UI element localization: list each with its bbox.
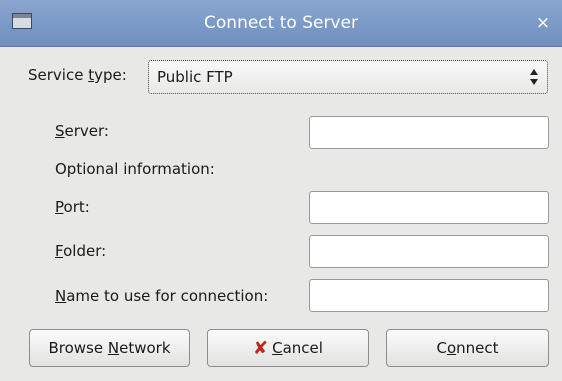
server-label: Server:	[55, 122, 109, 140]
optional-information-label: Optional information:	[55, 160, 215, 178]
close-icon[interactable]: ×	[532, 12, 554, 34]
cancel-x-icon: ✘	[253, 338, 269, 359]
service-type-label: Service type:	[28, 66, 127, 84]
browse-network-button[interactable]: Browse Network	[29, 329, 190, 367]
folder-label: Folder:	[55, 242, 107, 260]
folder-input[interactable]	[309, 235, 549, 268]
connection-name-input[interactable]	[309, 279, 549, 312]
window-title: Connect to Server	[204, 13, 358, 33]
port-label: Port:	[55, 198, 90, 216]
port-input[interactable]	[309, 191, 549, 224]
title-bar[interactable]: Connect to Server ×	[0, 0, 562, 47]
service-type-value: Public FTP	[157, 68, 233, 86]
connect-button[interactable]: Connect	[386, 329, 549, 367]
updown-arrows-icon	[529, 66, 539, 88]
cancel-button[interactable]: ✘ Cancel	[207, 329, 369, 367]
connection-name-label: Name to use for connection:	[55, 287, 269, 305]
service-type-dropdown[interactable]: Public FTP	[148, 60, 548, 94]
server-input[interactable]	[309, 116, 549, 149]
